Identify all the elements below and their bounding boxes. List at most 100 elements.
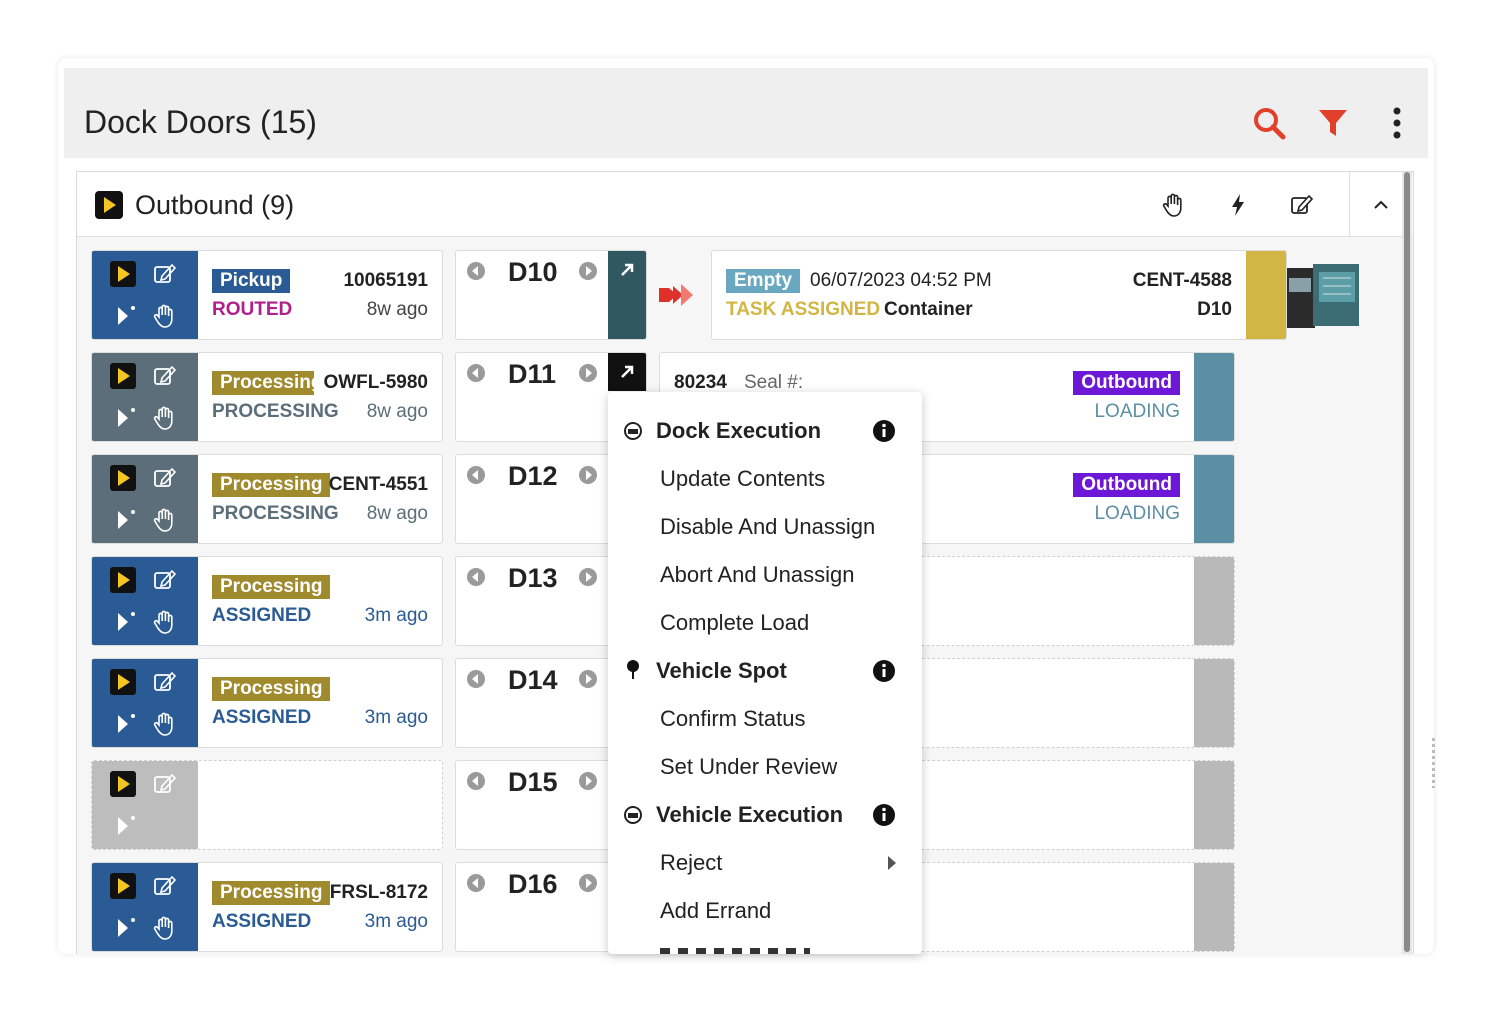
edit-icon[interactable]: [1289, 192, 1315, 218]
play-step-icon[interactable]: [110, 303, 136, 329]
door-open-tab[interactable]: [608, 251, 646, 339]
trailer-datetime: 06/07/2023 04:52 PM: [810, 270, 992, 291]
menu-item-reject[interactable]: Reject: [660, 850, 722, 876]
door-open-tab[interactable]: [608, 353, 646, 391]
vertical-scrollbar[interactable]: [1402, 172, 1412, 954]
task-age: 8w ago: [366, 299, 428, 320]
task-badge: Processing: [212, 371, 314, 395]
hand-icon[interactable]: [1161, 192, 1187, 218]
arrow-left-icon[interactable]: [466, 771, 486, 791]
edit-icon[interactable]: [152, 465, 178, 491]
hand-icon[interactable]: [152, 711, 178, 737]
play-step-icon[interactable]: [110, 507, 136, 533]
arrow-left-icon[interactable]: [466, 669, 486, 689]
arrow-right-icon[interactable]: [578, 567, 598, 587]
menu-item-complete-load[interactable]: Complete Load: [660, 610, 809, 636]
hand-icon[interactable]: [152, 609, 178, 635]
play-icon[interactable]: [110, 873, 136, 899]
task-card-empty[interactable]: [91, 760, 443, 850]
play-icon[interactable]: [110, 567, 136, 593]
task-status: ASSIGNED: [212, 911, 312, 932]
arrow-left-icon[interactable]: [466, 873, 486, 893]
arrow-right-icon[interactable]: [578, 669, 598, 689]
arrow-left-icon[interactable]: [466, 363, 486, 383]
trailer-tab[interactable]: [1246, 251, 1286, 339]
info-icon[interactable]: [872, 803, 896, 827]
edit-icon[interactable]: [152, 567, 178, 593]
chevron-up-icon[interactable]: [1371, 196, 1391, 212]
arrow-right-icon[interactable]: [578, 873, 598, 893]
edit-icon[interactable]: [152, 669, 178, 695]
menu-item-abort-and-unassign[interactable]: Abort And Unassign: [660, 562, 854, 588]
info-icon[interactable]: [872, 659, 896, 683]
menu-item-update-contents[interactable]: Update Contents: [660, 466, 825, 492]
task-card[interactable]: Processing FRSL-8172 ASSIGNED 3m ago: [91, 862, 443, 952]
door-name: D12: [508, 461, 558, 491]
arrow-right-icon[interactable]: [578, 363, 598, 383]
arrow-left-icon[interactable]: [466, 465, 486, 485]
shipment-tab[interactable]: [1194, 353, 1234, 441]
empty-slot-tab[interactable]: [1194, 863, 1234, 951]
info-icon[interactable]: [872, 419, 896, 443]
edit-icon[interactable]: [152, 873, 178, 899]
task-controls: [92, 251, 198, 339]
scrollbar-thumb[interactable]: [1404, 172, 1410, 952]
play-icon[interactable]: [110, 261, 136, 287]
submenu-chevron-icon: [888, 856, 896, 870]
task-card[interactable]: Pickup 10065191 ROUTED 8w ago: [91, 250, 443, 340]
resize-handle[interactable]: [1432, 738, 1435, 788]
arrow-right-icon[interactable]: [578, 465, 598, 485]
task-card[interactable]: Processing ASSIGNED 3m ago: [91, 556, 443, 646]
shipment-tab[interactable]: [1194, 455, 1234, 543]
task-card[interactable]: Processing CENT-4551 PROCESSING 8w ago: [91, 454, 443, 544]
play-step-icon[interactable]: [110, 915, 136, 941]
dock-execution-icon: [624, 422, 642, 440]
play-icon[interactable]: [110, 363, 136, 389]
edit-icon[interactable]: [152, 261, 178, 287]
play-icon[interactable]: [110, 771, 136, 797]
arrow-left-icon[interactable]: [466, 261, 486, 281]
hand-icon[interactable]: [152, 915, 178, 941]
play-step-icon[interactable]: [110, 711, 136, 737]
arrow-right-icon[interactable]: [578, 771, 598, 791]
door-name: D11: [508, 359, 557, 389]
filter-icon[interactable]: [1316, 106, 1350, 140]
hand-icon[interactable]: [152, 303, 178, 329]
play-icon: [95, 191, 123, 219]
arrow-right-icon[interactable]: [578, 261, 598, 281]
play-step-icon[interactable]: [110, 405, 136, 431]
map-pin-icon: [627, 660, 639, 679]
search-icon[interactable]: [1252, 106, 1286, 140]
arrow-left-icon[interactable]: [466, 567, 486, 587]
menu-item-add-errand[interactable]: Add Errand: [660, 898, 771, 924]
empty-slot-tab[interactable]: [1194, 761, 1234, 849]
task-card[interactable]: Processing ASSIGNED 3m ago: [91, 658, 443, 748]
task-code: FRSL-8172: [329, 882, 428, 903]
lightning-icon[interactable]: [1225, 192, 1251, 218]
task-controls: [92, 353, 198, 441]
more-vertical-icon[interactable]: [1380, 106, 1414, 140]
external-arrow-icon[interactable]: [617, 260, 637, 280]
play-icon[interactable]: [110, 669, 136, 695]
menu-item-set-under-review[interactable]: Set Under Review: [660, 754, 837, 780]
external-arrow-icon[interactable]: [617, 362, 637, 382]
door-name: D15: [508, 767, 558, 797]
door-name: D14: [508, 665, 558, 695]
edit-icon[interactable]: [152, 771, 178, 797]
play-step-icon[interactable]: [110, 813, 136, 839]
menu-item-confirm-status[interactable]: Confirm Status: [660, 706, 806, 732]
trailer-card[interactable]: Empty 06/07/2023 04:52 PM CENT-4588 TASK…: [711, 250, 1287, 340]
menu-group-dock-execution: Dock Execution: [656, 418, 822, 443]
empty-slot-tab[interactable]: [1194, 659, 1234, 747]
empty-slot-tab[interactable]: [1194, 557, 1234, 645]
play-icon[interactable]: [110, 465, 136, 491]
trailer-status: TASK ASSIGNED: [726, 299, 881, 320]
outbound-panel-header: Outbound (9): [77, 172, 1413, 237]
hand-icon[interactable]: [152, 405, 178, 431]
task-card[interactable]: Processing OWFL-5980 PROCESSING 8w ago: [91, 352, 443, 442]
menu-item-disable-and-unassign[interactable]: Disable And Unassign: [660, 514, 875, 540]
edit-icon[interactable]: [152, 363, 178, 389]
door-card-d10[interactable]: D10: [455, 250, 647, 340]
hand-icon[interactable]: [152, 507, 178, 533]
play-step-icon[interactable]: [110, 609, 136, 635]
